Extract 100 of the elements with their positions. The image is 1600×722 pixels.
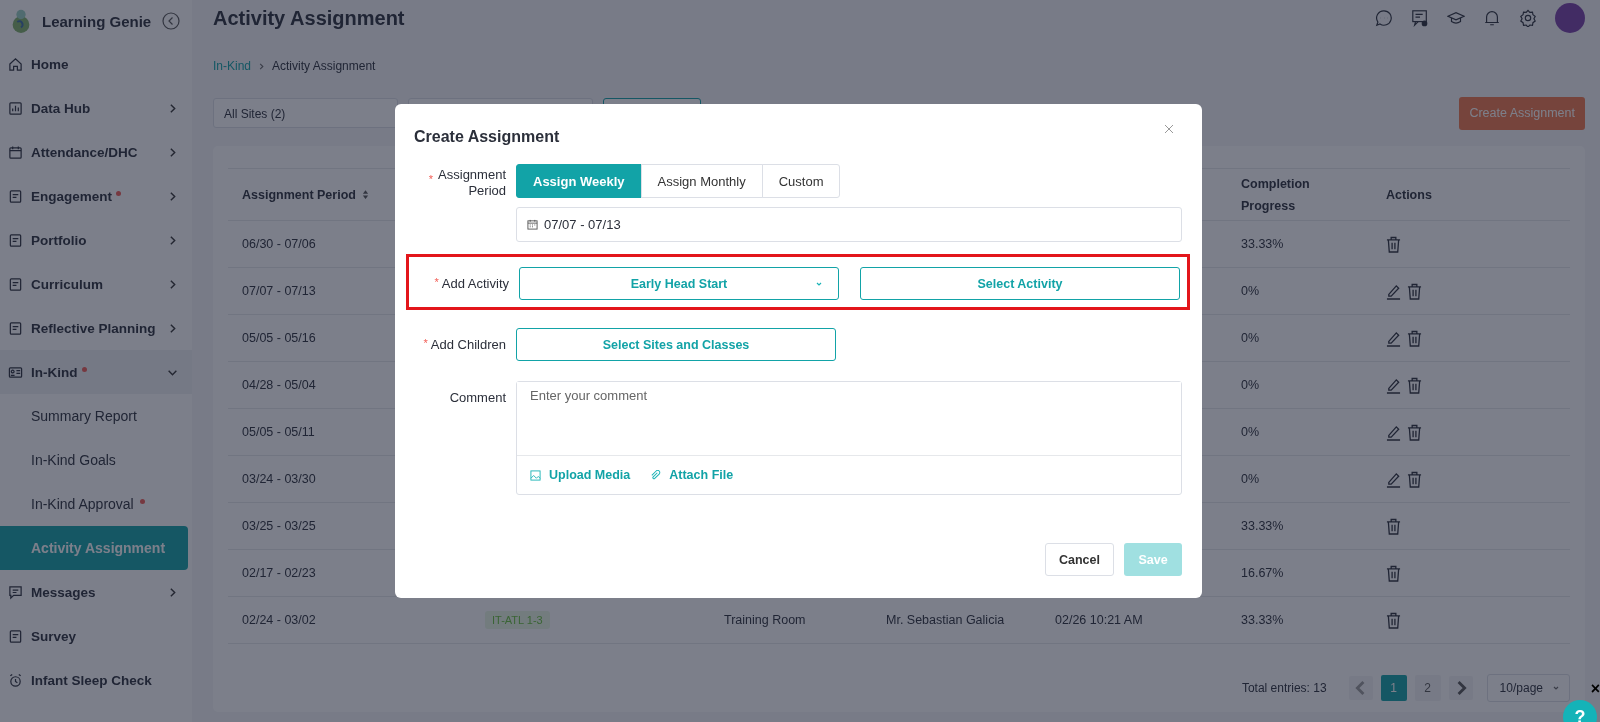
sidebar-item[interactable]: Reflective Planning — [0, 306, 192, 350]
column-header: Completion Progress — [1241, 175, 1311, 215]
table-cell: 03/25 - 03/25 — [242, 519, 316, 533]
column-header: Actions — [1386, 187, 1432, 202]
table-cell: 16.67% — [1241, 566, 1284, 580]
next-page-icon[interactable] — [1448, 676, 1473, 700]
edit-icon[interactable] — [1386, 329, 1401, 347]
sidebar-subitem[interactable]: In-Kind Goals — [0, 438, 188, 482]
settings-icon[interactable] — [1519, 9, 1537, 27]
attach-file-link[interactable]: Attach File — [650, 468, 734, 482]
table-cell: 02/24 - 03/02 — [242, 613, 316, 627]
sidebar-item[interactable]: Home — [0, 42, 192, 86]
field-label: Assignment Period — [437, 167, 506, 199]
trash-icon[interactable] — [1386, 235, 1401, 253]
page-button[interactable]: 1 — [1380, 675, 1407, 701]
chat-icon[interactable] — [1375, 9, 1393, 27]
table-cell: 07/07 - 07/13 — [242, 284, 316, 298]
trash-icon[interactable] — [1386, 564, 1401, 582]
close-icon[interactable] — [1164, 124, 1174, 134]
edit-icon[interactable] — [1386, 423, 1401, 441]
trash-icon[interactable] — [1407, 376, 1422, 394]
table-cell: 33.33% — [1241, 237, 1284, 251]
breadcrumb-current: Activity Assignment — [272, 59, 376, 73]
edit-icon[interactable] — [1386, 282, 1401, 300]
collapse-icon[interactable] — [162, 12, 180, 30]
table-cell: 0% — [1241, 472, 1260, 486]
comment-field[interactable]: Enter your comment Upload Media Attach File — [516, 381, 1182, 495]
sidebar-item[interactable]: Portfolio — [0, 218, 192, 262]
close-help-button[interactable]: × — [1590, 682, 1600, 696]
table-cell: 05/05 - 05/11 — [242, 425, 315, 439]
sidebar-subitem[interactable]: Activity Assignment — [0, 526, 188, 570]
sidebar-item[interactable]: Messages — [0, 570, 192, 614]
app-name: Learning Genie — [42, 12, 152, 30]
table-cell: 0% — [1241, 425, 1260, 439]
sites-select[interactable]: All Sites (2) — [213, 98, 398, 128]
trash-icon[interactable] — [1386, 517, 1401, 535]
table-cell: 33.33% — [1241, 519, 1284, 533]
edit-icon[interactable] — [1386, 376, 1401, 394]
create-assignment-button[interactable]: Create Assignment — [1459, 96, 1585, 130]
sidebar-item[interactable]: Curriculum — [0, 262, 192, 306]
bell-icon[interactable] — [1483, 9, 1501, 27]
home-icon — [8, 56, 23, 72]
trash-icon[interactable] — [1386, 611, 1401, 629]
period-tab[interactable]: Assign Monthly — [640, 164, 763, 198]
table-cell: Mr. Sebastian Galicia — [886, 613, 1005, 627]
help-button[interactable]: ? — [1563, 700, 1597, 722]
dialog-title: Create Assignment — [414, 128, 560, 146]
required-asterisk: * — [428, 173, 433, 185]
id-card-icon — [8, 364, 23, 380]
field-label: Add Children — [430, 337, 506, 352]
program-dropdown[interactable]: Early Head Start — [519, 267, 839, 300]
table-cell: 04/28 - 05/04 — [242, 378, 316, 392]
graduation-cap-icon[interactable] — [1447, 9, 1465, 27]
table-cell: 05/05 - 05/16 — [242, 331, 316, 345]
required-asterisk: * — [423, 337, 428, 349]
period-tab[interactable]: Custom — [761, 164, 841, 198]
sidebar-item[interactable]: Infant Sleep Check — [0, 658, 192, 702]
table-cell: 0% — [1241, 331, 1260, 345]
upload-media-link[interactable]: Upload Media — [530, 468, 631, 482]
column-header[interactable]: Assignment Period — [242, 187, 356, 202]
table-cell: 33.33% — [1241, 613, 1284, 627]
sidebar-item[interactable]: Data Hub — [0, 86, 192, 130]
sort-icon[interactable] — [361, 189, 369, 200]
calendar-icon — [527, 219, 538, 230]
alarm-clock-icon — [8, 672, 23, 688]
table-cell: 0% — [1241, 378, 1260, 392]
sidebar-subitem[interactable]: Summary Report — [0, 394, 188, 438]
trash-icon[interactable] — [1407, 329, 1422, 347]
bar-chart-icon — [8, 100, 23, 116]
page-button[interactable]: 2 — [1414, 675, 1441, 701]
trash-icon[interactable] — [1407, 470, 1422, 488]
table-cell: 03/24 - 03/30 — [242, 472, 316, 486]
table-cell: 02/26 10:21 AM — [1055, 613, 1143, 627]
period-tab[interactable]: Assign Weekly — [516, 164, 642, 198]
cancel-button[interactable]: Cancel — [1045, 543, 1114, 576]
required-asterisk: * — [434, 276, 439, 288]
sidebar-item[interactable]: Survey — [0, 614, 192, 658]
select-sites-button[interactable]: Select Sites and Classes — [516, 328, 836, 361]
avatar[interactable] — [1555, 3, 1585, 33]
sidebar-item[interactable]: Engagement — [0, 174, 192, 218]
sidebar-item[interactable]: In-Kind — [0, 350, 192, 394]
page-size-select[interactable]: 10/page — [1486, 674, 1570, 702]
trash-icon[interactable] — [1407, 282, 1422, 300]
table-cell: 06/30 - 07/06 — [242, 237, 316, 251]
trash-icon[interactable] — [1407, 423, 1422, 441]
table-cell: 02/17 - 02/23 — [242, 566, 316, 580]
survey-icon — [8, 628, 23, 644]
total-entries: Total entries: 13 — [1241, 681, 1327, 695]
document-icon[interactable] — [1411, 9, 1429, 27]
sidebar-subitem[interactable]: In-Kind Approval — [0, 482, 188, 526]
page-title: Activity Assignment — [213, 6, 405, 30]
sidebar-item[interactable]: Attendance/DHC — [0, 130, 192, 174]
breadcrumb-link[interactable]: In-Kind — [213, 59, 252, 73]
field-label: Add Activity — [441, 276, 509, 291]
select-activity-button[interactable]: Select Activity — [860, 267, 1180, 300]
date-range-field[interactable]: 07/07 - 07/13 — [516, 207, 1182, 242]
edit-icon[interactable] — [1386, 470, 1401, 488]
table-cell: Training Room — [724, 613, 806, 627]
chevron-icon — [257, 61, 267, 71]
image-icon — [530, 469, 541, 481]
